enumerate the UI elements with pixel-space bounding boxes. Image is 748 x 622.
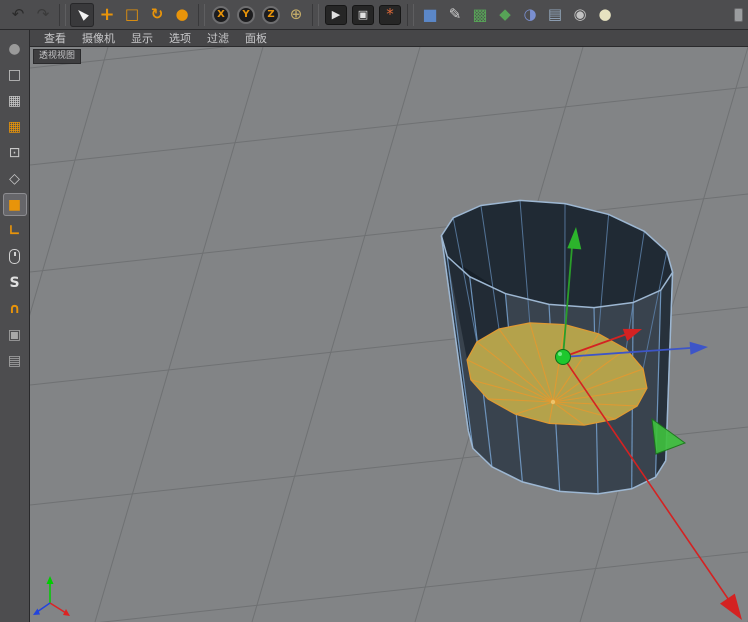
world-axis-indicator xyxy=(33,576,70,616)
lock-z-axis-icon[interactable]: Z xyxy=(259,3,283,27)
undo-icon[interactable]: ↶ xyxy=(6,3,30,27)
viewport-camera-label[interactable]: 透视视图 xyxy=(33,49,81,64)
redo-icon[interactable]: ↷ xyxy=(31,3,55,27)
move-tool-icon[interactable]: + xyxy=(95,3,119,27)
menu-panel[interactable]: 面板 xyxy=(237,30,275,47)
generators-icon[interactable]: ◆ xyxy=(493,3,517,27)
toolbar-separator xyxy=(312,4,319,26)
last-used-tool-icon[interactable]: ● xyxy=(170,3,194,27)
camera-object-icon[interactable]: ◉ xyxy=(568,3,592,27)
snap-settings-icon[interactable]: S xyxy=(3,271,27,294)
live-selection-tool-icon[interactable]: ► xyxy=(70,3,94,27)
lock-workplane-icon[interactable]: ▣ xyxy=(3,323,27,346)
cylinder-object[interactable] xyxy=(441,200,672,494)
application-window: ↶↷►+□↻●XYZ⊕▶▣*■✎▩◆◑▤◉● ●□▦▦⊡◇■∟S∩▣▤ 查看摄像… xyxy=(0,0,748,622)
gizmo-center-handle[interactable] xyxy=(556,350,571,365)
viewport[interactable]: 透视视图 xyxy=(30,47,748,622)
menu-view[interactable]: 查看 xyxy=(36,30,74,47)
toolbar-separator xyxy=(198,4,205,26)
workplane-mode-icon[interactable]: ▦ xyxy=(3,115,27,138)
render-settings-icon[interactable]: * xyxy=(379,5,401,25)
add-cube-object-icon[interactable]: ■ xyxy=(418,3,442,27)
z-axis-arrowhead[interactable] xyxy=(690,342,708,355)
lock-y-axis-icon[interactable]: Y xyxy=(234,3,258,27)
make-editable-icon[interactable]: ● xyxy=(3,37,27,60)
main-area: ● □ ▦ ▦ ⊡ ◇ ■ ∟ S ∩ ▣ ▤ 查看摄像机显示选项过滤面板 透视视图 xyxy=(0,30,748,622)
render-picture-viewer-icon[interactable]: ▣ xyxy=(352,5,374,25)
subdivision-surface-icon[interactable]: ▩ xyxy=(468,3,492,27)
light-object-icon[interactable]: ● xyxy=(593,3,617,27)
scale-tool-icon[interactable]: □ xyxy=(120,3,144,27)
coordinate-system-icon[interactable]: ⊕ xyxy=(284,3,308,27)
magnet-snap-icon[interactable]: ∩ xyxy=(3,297,27,320)
texture-mode-icon[interactable]: ▦ xyxy=(3,89,27,112)
viewport-column: 查看摄像机显示选项过滤面板 透视视图 xyxy=(30,30,748,622)
plane-handle[interactable] xyxy=(652,419,685,454)
menu-bar: 查看摄像机显示选项过滤面板 xyxy=(30,30,748,47)
menu-display[interactable]: 显示 xyxy=(123,30,161,47)
gizmo-center-highlight xyxy=(558,352,562,356)
render-view-icon[interactable]: ▶ xyxy=(325,5,347,25)
edges-mode-icon[interactable]: ◇ xyxy=(3,167,27,190)
viewport-solo-icon[interactable] xyxy=(3,245,27,268)
left-toolbar: ● □ ▦ ▦ ⊡ ◇ ■ ∟ S ∩ ▣ ▤ xyxy=(0,30,30,622)
toolbar-end-handle[interactable] xyxy=(734,8,743,22)
x-axis-arrowhead[interactable] xyxy=(720,594,742,620)
menu-cameras[interactable]: 摄像机 xyxy=(74,30,123,47)
planar-workplane-icon[interactable]: ▤ xyxy=(3,349,27,372)
pen-spline-tool-icon[interactable]: ✎ xyxy=(443,3,467,27)
model-mode-icon[interactable]: □ xyxy=(3,63,27,86)
toolbar-separator xyxy=(407,4,414,26)
deformers-icon[interactable]: ◑ xyxy=(518,3,542,27)
environment-floor-icon[interactable]: ▤ xyxy=(543,3,567,27)
polygons-mode-icon[interactable]: ■ xyxy=(3,193,27,216)
menu-filter[interactable]: 过滤 xyxy=(199,30,237,47)
viewport-canvas[interactable] xyxy=(30,47,748,622)
lock-x-axis-icon[interactable]: X xyxy=(209,3,233,27)
toolbar-separator xyxy=(59,4,66,26)
top-toolbar: ↶↷►+□↻●XYZ⊕▶▣*■✎▩◆◑▤◉● xyxy=(0,0,748,30)
enable-axis-icon[interactable]: ∟ xyxy=(3,219,27,242)
mouse-icon xyxy=(9,249,20,264)
fan-center-vertex xyxy=(551,400,555,404)
menu-options[interactable]: 选项 xyxy=(161,30,199,47)
points-mode-icon[interactable]: ⊡ xyxy=(3,141,27,164)
rotate-tool-icon[interactable]: ↻ xyxy=(145,3,169,27)
